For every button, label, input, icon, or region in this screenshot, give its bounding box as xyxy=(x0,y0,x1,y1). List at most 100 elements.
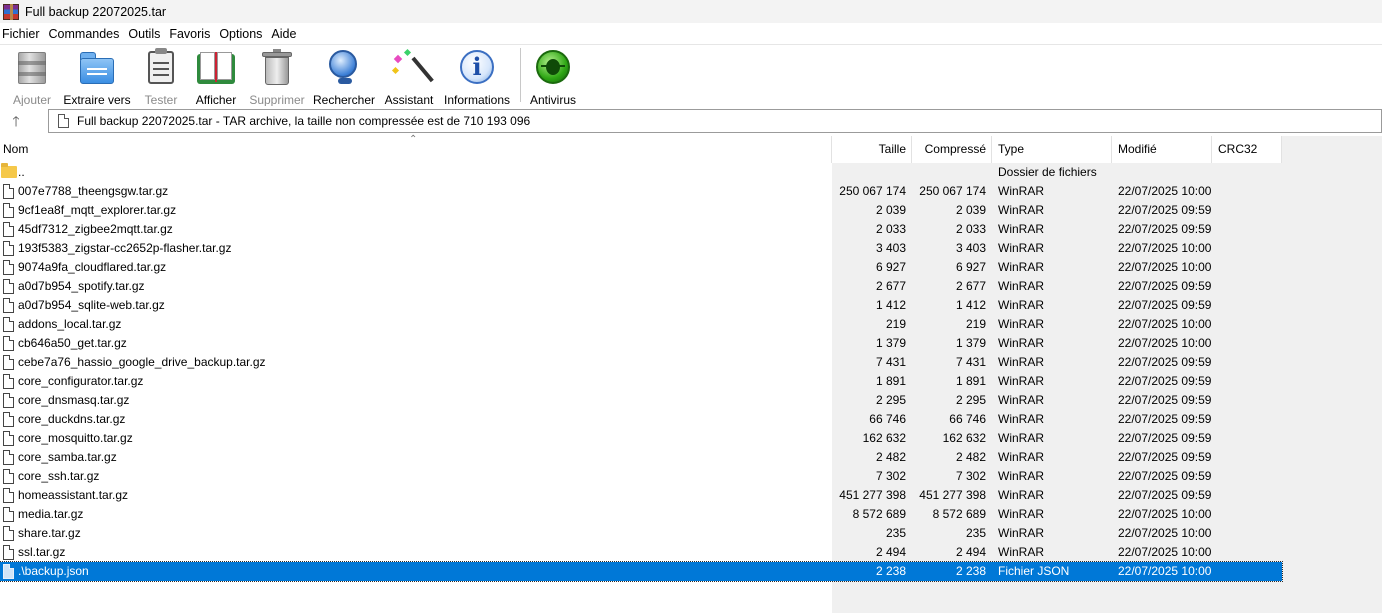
row-compressed: 162 632 xyxy=(942,431,986,445)
file-row[interactable]: core_configurator.tar.gz 1 891 1 891 WinRAR… xyxy=(0,372,1282,391)
menu-commandes[interactable]: Commandes xyxy=(47,27,127,41)
row-size: 7 302 xyxy=(875,469,906,483)
delete-button[interactable]: Supprimer xyxy=(246,48,308,107)
row-type: Dossier de fichiers xyxy=(998,165,1097,179)
file-row[interactable]: 193f5383_zigstar-cc2652p-flasher.tar.gz 3… xyxy=(0,239,1282,258)
folder-icon xyxy=(1,163,17,178)
search-button-label: Rechercher xyxy=(312,93,376,107)
row-size: 2 295 xyxy=(875,393,906,407)
row-compressed: 219 xyxy=(965,317,986,331)
up-arrow-icon[interactable]: 🡑 xyxy=(7,112,25,130)
file-icon xyxy=(3,260,14,275)
file-row[interactable]: .\backup.json 2 238 2 238 Fichier JSON 22/07… xyxy=(0,561,1283,582)
menu-fichier[interactable]: Fichier xyxy=(0,27,47,41)
row-modified: 22/07/2025 10:00 xyxy=(1118,260,1212,274)
extract-to-button[interactable]: Extraire vers xyxy=(62,48,132,107)
row-modified: 22/07/2025 09:59 xyxy=(1118,298,1212,312)
file-row[interactable]: 9074a9fa_cloudflared.tar.gz 6 927 6 927 Win… xyxy=(0,258,1282,277)
add-button-label: Ajouter xyxy=(12,93,52,107)
file-row[interactable]: homeassistant.tar.gz 451 277 398 451 277 3… xyxy=(0,486,1282,505)
search-button[interactable]: Rechercher xyxy=(312,48,376,107)
row-size: 2 238 xyxy=(875,564,906,578)
column-header-compressed[interactable]: Compressé xyxy=(912,136,992,163)
file-row[interactable]: core_duckdns.tar.gz 66 746 66 746 WinRAR 22/… xyxy=(0,410,1282,429)
column-header-crc32[interactable]: CRC32 xyxy=(1212,136,1282,163)
row-size: 2 482 xyxy=(875,450,906,464)
menu-options[interactable]: Options xyxy=(217,27,269,41)
row-size: 451 277 398 xyxy=(839,488,906,502)
row-size: 219 xyxy=(885,317,906,331)
file-row[interactable]: ssl.tar.gz 2 494 2 494 WinRAR 22/07/2025 10:… xyxy=(0,543,1282,562)
file-row[interactable]: a0d7b954_sqlite-web.tar.gz 1 412 1 412 WinR… xyxy=(0,296,1282,315)
row-name: core_samba.tar.gz xyxy=(18,450,117,464)
row-compressed: 2 482 xyxy=(955,450,986,464)
row-compressed: 2 039 xyxy=(955,203,986,217)
column-header-type[interactable]: Type xyxy=(992,136,1112,163)
row-modified: 22/07/2025 10:00 xyxy=(1118,184,1212,198)
row-name: media.tar.gz xyxy=(18,507,84,521)
row-size: 1 412 xyxy=(875,298,906,312)
row-name: a0d7b954_spotify.tar.gz xyxy=(18,279,145,293)
row-size: 162 632 xyxy=(862,431,906,445)
toolbar: Ajouter Extraire vers Tester Afficher Su… xyxy=(0,44,1382,107)
file-row[interactable]: cb646a50_get.tar.gz 1 379 1 379 WinRAR 22/07… xyxy=(0,334,1282,353)
row-type: Fichier JSON xyxy=(998,564,1070,578)
row-name: cb646a50_get.tar.gz xyxy=(18,336,127,350)
row-compressed: 3 403 xyxy=(955,241,986,255)
add-archive-icon xyxy=(12,48,52,86)
file-icon xyxy=(3,222,14,237)
row-type: WinRAR xyxy=(998,203,1045,217)
row-type: WinRAR xyxy=(998,526,1045,540)
file-row[interactable]: addons_local.tar.gz 219 219 WinRAR 22/07/202… xyxy=(0,315,1282,334)
row-type: WinRAR xyxy=(998,184,1045,198)
row-modified: 22/07/2025 10:00 xyxy=(1118,317,1212,331)
file-row[interactable]: 45df7312_zigbee2mqtt.tar.gz 2 033 2 033 Win… xyxy=(0,220,1282,239)
column-header-name[interactable]: Nom ⌃ xyxy=(0,134,832,163)
file-row[interactable]: share.tar.gz 235 235 WinRAR 22/07/2025 10:00 xyxy=(0,524,1282,543)
address-text: Full backup 22072025.tar - TAR archive, … xyxy=(77,114,531,128)
row-name: cebe7a76_hassio_google_drive_backup.tar.… xyxy=(18,355,266,369)
address-field[interactable]: Full backup 22072025.tar - TAR archive, … xyxy=(48,109,1382,133)
row-type: WinRAR xyxy=(998,393,1045,407)
row-modified: 22/07/2025 10:00 xyxy=(1118,526,1212,540)
file-row[interactable]: core_samba.tar.gz 2 482 2 482 WinRAR 22/07/2… xyxy=(0,448,1282,467)
parent-folder-row[interactable]: .. Dossier de fichiers xyxy=(0,163,1282,182)
file-row[interactable]: 9cf1ea8f_mqtt_explorer.tar.gz 2 039 2 039 W… xyxy=(0,201,1282,220)
row-name: 9cf1ea8f_mqtt_explorer.tar.gz xyxy=(18,203,177,217)
file-row[interactable]: core_ssh.tar.gz 7 302 7 302 WinRAR 22/07/202… xyxy=(0,467,1282,486)
file-row[interactable]: core_mosquitto.tar.gz 162 632 162 632 WinRA… xyxy=(0,429,1282,448)
info-icon: i xyxy=(457,48,497,86)
column-header-modified[interactable]: Modifié xyxy=(1112,136,1212,163)
antivirus-bug-icon xyxy=(533,48,573,86)
menu-aide[interactable]: Aide xyxy=(269,27,303,41)
test-button[interactable]: Tester xyxy=(138,48,184,107)
view-button[interactable]: Afficher xyxy=(192,48,240,107)
menu-favoris[interactable]: Favoris xyxy=(167,27,217,41)
row-modified: 22/07/2025 10:00 xyxy=(1118,241,1212,255)
info-button[interactable]: i Informations xyxy=(441,48,513,107)
file-icon xyxy=(3,450,14,465)
info-button-label: Informations xyxy=(443,93,511,107)
file-row[interactable]: media.tar.gz 8 572 689 8 572 689 WinRAR 22/0… xyxy=(0,505,1282,524)
wizard-button[interactable]: Assistant xyxy=(382,48,436,107)
file-icon xyxy=(3,355,14,370)
file-row[interactable]: 007e7788_theengsgw.tar.gz 250 067 174 250 … xyxy=(0,182,1282,201)
antivirus-button[interactable]: Antivirus xyxy=(527,48,579,107)
add-button[interactable]: Ajouter xyxy=(8,48,56,107)
file-row[interactable]: core_dnsmasq.tar.gz 2 295 2 295 WinRAR 22/07… xyxy=(0,391,1282,410)
column-header-size[interactable]: Taille xyxy=(832,136,912,163)
file-list[interactable]: Nom ⌃ Taille Compressé Type Modifié CRC3… xyxy=(0,134,1382,613)
menu-outils[interactable]: Outils xyxy=(126,27,167,41)
file-row[interactable]: a0d7b954_spotify.tar.gz 2 677 2 677 WinRAR 2… xyxy=(0,277,1282,296)
row-compressed: 1 412 xyxy=(955,298,986,312)
row-name: 45df7312_zigbee2mqtt.tar.gz xyxy=(18,222,173,236)
file-icon xyxy=(3,412,14,427)
row-modified: 22/07/2025 10:00 xyxy=(1118,507,1212,521)
row-name: core_dnsmasq.tar.gz xyxy=(18,393,130,407)
row-modified: 22/07/2025 09:59 xyxy=(1118,203,1212,217)
magnifier-icon xyxy=(324,48,364,86)
file-row[interactable]: cebe7a76_hassio_google_drive_backup.tar.… xyxy=(0,353,1282,372)
row-compressed: 7 431 xyxy=(955,355,986,369)
row-name: 007e7788_theengsgw.tar.gz xyxy=(18,184,169,198)
row-compressed: 2 295 xyxy=(955,393,986,407)
